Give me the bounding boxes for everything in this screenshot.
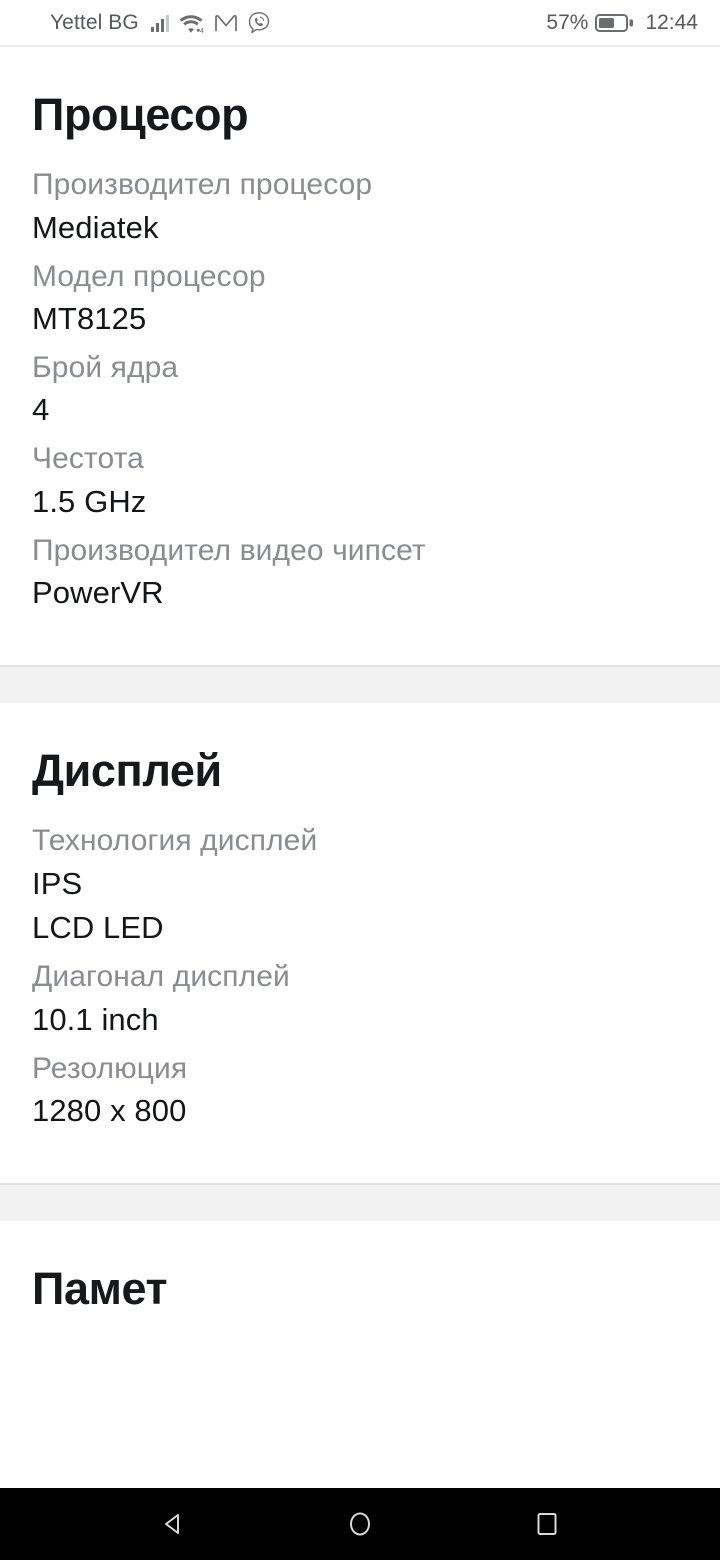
gmail-icon	[214, 13, 238, 33]
section-separator	[0, 664, 720, 703]
section-title: Дисплей	[32, 744, 222, 796]
clock-label: 12:44	[645, 10, 698, 34]
status-bar-left: Yettel BG 4	[50, 11, 271, 35]
section-processor: Процесор Производител процесор Mediatek …	[0, 47, 720, 665]
spec-row: Резолюция 1280 x 800	[32, 1048, 688, 1139]
spec-row: Модел процесор MT8125	[32, 256, 688, 347]
section-body: Технология дисплей IPS LCD LED Диагонал …	[32, 820, 688, 1183]
back-triangle-icon	[165, 1514, 180, 1534]
spec-value: MT8125	[32, 300, 147, 336]
section-display: Дисплей Технология дисплей IPS LCD LED Д…	[0, 702, 720, 1184]
section-body: Производител процесор Mediatek Модел про…	[32, 164, 688, 665]
android-navigation-bar	[0, 1488, 720, 1560]
battery-icon	[595, 12, 635, 34]
section-separator	[0, 1183, 720, 1222]
battery-percent-label: 57%	[546, 10, 589, 34]
spec-list: Процесор Производител процесор Mediatek …	[0, 47, 720, 1339]
status-bar-right: 57% 12:44	[546, 11, 698, 35]
spec-label: Технология дисплей	[32, 824, 318, 858]
viber-icon	[247, 11, 271, 35]
spec-row: Производител процесор Mediatek	[32, 164, 688, 255]
home-button[interactable]	[315, 1488, 405, 1560]
home-circle-icon	[349, 1512, 370, 1536]
status-bar: Yettel BG 4 57% 12:44	[0, 0, 720, 45]
spec-value: 10.1 inch	[32, 1001, 159, 1037]
spec-value: PowerVR	[32, 574, 164, 610]
spec-label: Честота	[32, 442, 144, 476]
signal-bars-icon	[150, 14, 170, 32]
recents-square-icon	[537, 1513, 557, 1535]
spec-label: Брой ядра	[32, 350, 179, 384]
spec-value: 1.5 GHz	[32, 483, 147, 519]
section-memory: Памет	[0, 1221, 720, 1339]
spec-value: IPS LCD LED	[32, 865, 164, 946]
spec-row: Производител видео чипсет PowerVR	[32, 530, 688, 621]
section-title: Процесор	[32, 89, 249, 140]
recents-button[interactable]	[502, 1488, 592, 1560]
back-button[interactable]	[128, 1488, 218, 1560]
spec-label: Производител процесор	[32, 168, 373, 202]
spec-label: Резолюция	[32, 1051, 188, 1085]
spec-label: Модел процесор	[32, 259, 266, 293]
spec-label: Диагонал дисплей	[32, 960, 290, 994]
spec-row: Диагонал дисплей 10.1 inch	[32, 956, 688, 1047]
spec-value: 4	[32, 392, 50, 428]
svg-text:4: 4	[200, 28, 204, 34]
spec-row: Брой ядра 4	[32, 347, 688, 438]
carrier-label: Yettel BG	[50, 10, 139, 34]
spec-label: Производител видео чипсет	[32, 533, 426, 567]
spec-value: 1280 x 800	[32, 1093, 187, 1129]
section-title: Памет	[32, 1263, 168, 1315]
spec-row: Честота 1.5 GHz	[32, 438, 688, 529]
wifi-icon: 4	[178, 12, 205, 35]
spec-row: Технология дисплей IPS LCD LED	[32, 820, 688, 956]
spec-value: Mediatek	[32, 209, 159, 245]
